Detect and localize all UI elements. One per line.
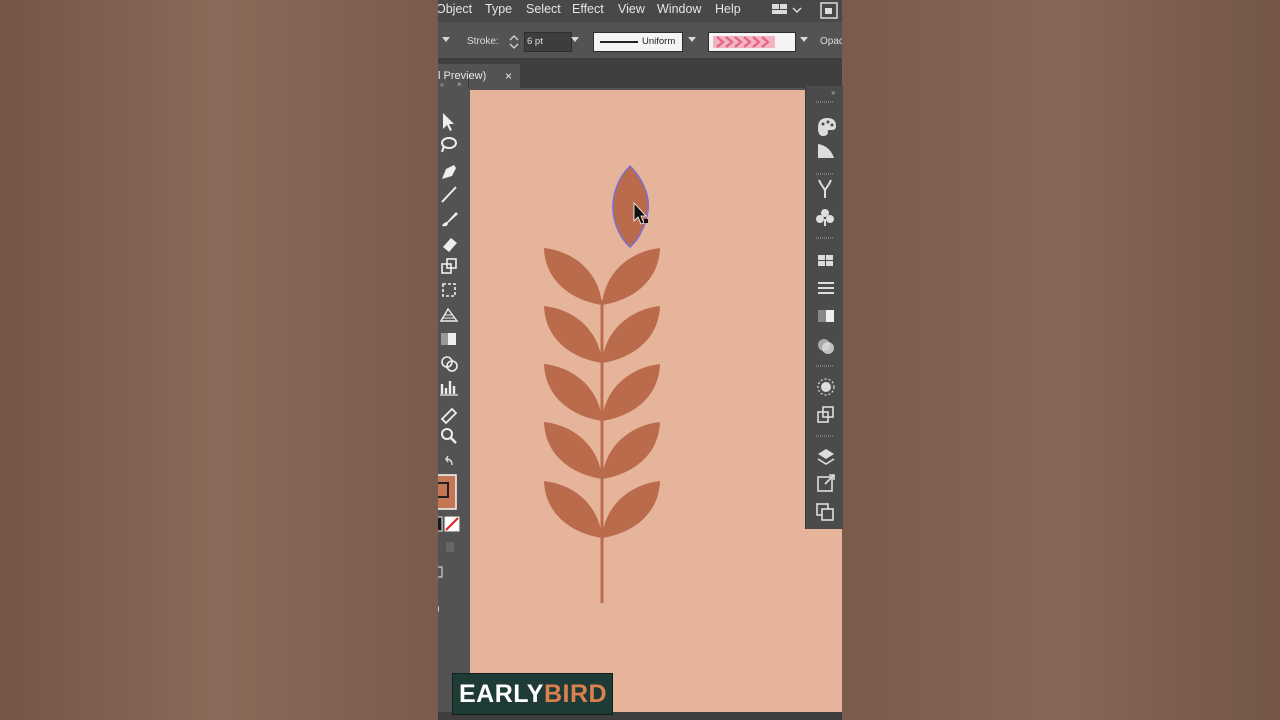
tools-icons: « × — [438, 80, 462, 612]
brushes-icon[interactable] — [818, 179, 832, 198]
stroke-preview-line — [600, 41, 638, 43]
opacity-label[interactable]: Opac — [820, 36, 842, 47]
profile-label: Uniform — [642, 36, 676, 47]
tools-panel: « × — [438, 79, 469, 623]
draw-mode-icon[interactable] — [446, 542, 454, 552]
shape-builder-icon[interactable] — [441, 356, 458, 372]
menu-select[interactable]: Select — [526, 2, 561, 16]
document-tab-bar: l Preview) × — [438, 59, 842, 88]
eyedropper-icon[interactable] — [440, 407, 458, 425]
fill-stroke-swatches[interactable] — [438, 474, 457, 510]
artboard[interactable] — [470, 90, 842, 720]
color-icon[interactable] — [818, 144, 834, 158]
selection-tool-icon[interactable] — [443, 113, 454, 131]
stroke-label: Stroke: — [467, 36, 499, 47]
lasso-tool-icon[interactable] — [441, 137, 457, 153]
chevron-down-icon[interactable] — [571, 37, 579, 42]
scale-tool-icon[interactable] — [441, 258, 457, 274]
svg-text:«: « — [440, 82, 444, 89]
export-icon[interactable] — [817, 474, 835, 492]
workspace-switcher-icon[interactable] — [762, 1, 842, 21]
align-icon[interactable] — [818, 282, 834, 294]
earlybird-logo: EARLYBIRD — [452, 673, 613, 715]
zoom-icon[interactable] — [441, 428, 457, 444]
chevron-down-icon[interactable] — [688, 37, 696, 42]
logo-word-bird: BIRD — [543, 680, 608, 708]
close-icon[interactable]: × — [505, 64, 512, 88]
appearance-icon[interactable] — [817, 378, 835, 396]
color-mode-icons[interactable] — [438, 516, 460, 532]
dock-icons: » — [816, 88, 836, 521]
logo-word-early: EARLY — [459, 680, 544, 708]
menu-bar: Object Type Select Effect View Window He… — [438, 0, 842, 22]
panel-collapse-icon[interactable] — [438, 606, 439, 612]
graphic-styles-icon[interactable] — [817, 406, 834, 423]
swap-colors-icon[interactable] — [444, 455, 453, 466]
blurred-background-left — [0, 0, 438, 720]
menu-object[interactable]: Object — [438, 2, 472, 16]
menu-window[interactable]: Window — [657, 2, 701, 16]
layers-icon[interactable] — [817, 449, 835, 465]
brush-tool-icon[interactable] — [442, 212, 458, 227]
menu-effect[interactable]: Effect — [572, 2, 604, 16]
stroke-stepper-icon[interactable] — [509, 33, 519, 51]
menu-help[interactable]: Help — [715, 2, 741, 16]
svg-text:»: » — [831, 88, 836, 97]
symbols-icon[interactable] — [816, 209, 834, 226]
menu-type[interactable]: Type — [485, 2, 512, 16]
blurred-background-right — [842, 0, 1280, 720]
chevron-down-icon[interactable] — [800, 37, 808, 42]
transparency-icon[interactable] — [818, 339, 834, 354]
free-transform-icon[interactable] — [442, 283, 456, 297]
line-tool-icon[interactable] — [441, 186, 457, 203]
artboards-icon[interactable] — [816, 503, 834, 521]
right-panel-dock: » — [805, 86, 843, 529]
screen-mode-icon[interactable] — [438, 566, 443, 578]
chevron-down-icon[interactable] — [442, 37, 450, 42]
gradient-panel-icon[interactable] — [818, 310, 834, 322]
color-guide-icon[interactable] — [818, 118, 836, 136]
perspective-grid-icon[interactable] — [439, 307, 459, 322]
transform-icon[interactable] — [818, 255, 833, 266]
stroke-weight-field[interactable]: 6 pt — [524, 32, 572, 52]
graph-tool-icon[interactable] — [440, 381, 458, 396]
arrow-brush-preview-icon — [713, 36, 775, 48]
gradient-tool-icon[interactable] — [441, 333, 456, 345]
variable-width-profile[interactable]: Uniform — [593, 32, 683, 52]
brush-definition[interactable] — [708, 32, 796, 52]
control-bar: Stroke: 6 pt Uniform Opac — [438, 28, 842, 59]
eraser-tool-icon[interactable] — [443, 238, 457, 252]
menu-view[interactable]: View — [618, 2, 645, 16]
pen-tool-icon[interactable] — [442, 165, 456, 179]
svg-text:×: × — [457, 80, 462, 89]
